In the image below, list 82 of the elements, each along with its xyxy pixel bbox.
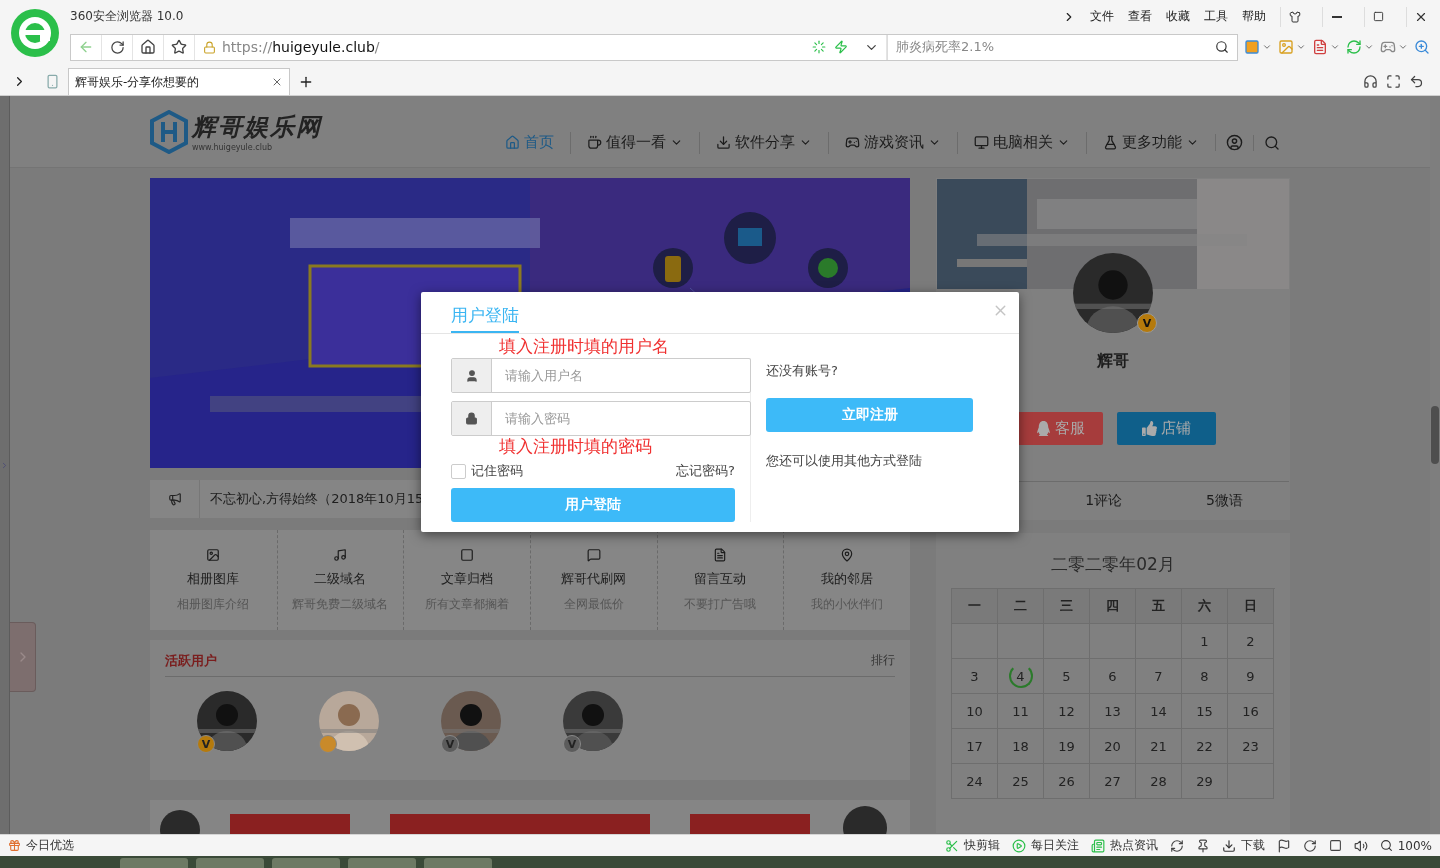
calendar-day[interactable]: 23 bbox=[1242, 738, 1259, 754]
panel-title: 活跃用户 bbox=[165, 652, 217, 670]
status-text: 下载 bbox=[1240, 837, 1265, 854]
calendar-day[interactable]: 17 bbox=[966, 738, 983, 754]
calendar-day[interactable]: 15 bbox=[1196, 703, 1213, 719]
calendar-day[interactable]: 27 bbox=[1104, 773, 1121, 789]
calendar-day[interactable]: 8 bbox=[1200, 668, 1209, 684]
menu-item[interactable]: 文件 bbox=[1090, 8, 1114, 25]
calendar-day[interactable]: 1 bbox=[1200, 633, 1209, 649]
calendar-day[interactable]: 19 bbox=[1058, 738, 1075, 754]
weekday-header: 日 bbox=[1228, 589, 1274, 624]
calendar-day[interactable]: 7 bbox=[1154, 668, 1163, 684]
status-text: 今日优选 bbox=[26, 837, 74, 854]
weekday-header: 六 bbox=[1182, 589, 1228, 624]
window-title: 360安全浏览器 10.0 bbox=[70, 8, 184, 25]
calendar-day[interactable]: 14 bbox=[1150, 703, 1167, 719]
calendar-day[interactable]: 5 bbox=[1062, 668, 1071, 684]
calendar-day[interactable]: 29 bbox=[1196, 773, 1213, 789]
calendar-day[interactable]: 2 bbox=[1246, 633, 1255, 649]
status-text: 快剪辑 bbox=[963, 837, 1000, 854]
nav-link[interactable]: 软件分享 bbox=[699, 131, 828, 154]
weekday-header: 四 bbox=[1090, 589, 1136, 624]
dialog-tab[interactable]: 用户登陆 bbox=[451, 304, 519, 333]
calendar-day[interactable]: 22 bbox=[1196, 738, 1213, 754]
service-button[interactable]: 客服 bbox=[1017, 412, 1103, 445]
status-link[interactable]: 热点资讯 bbox=[1090, 837, 1158, 854]
forgot-password-link[interactable]: 忘记密码? bbox=[676, 462, 735, 480]
annotation-text: 填入注册时填的用户名 bbox=[499, 335, 669, 358]
weekday-header: 三 bbox=[1044, 589, 1090, 624]
profile-name: 辉哥 bbox=[1097, 351, 1129, 372]
status-link[interactable]: 快剪辑 bbox=[944, 837, 1000, 854]
user-badge: V bbox=[197, 735, 215, 753]
calendar-day[interactable]: 26 bbox=[1058, 773, 1075, 789]
status-text: 每日关注 bbox=[1030, 837, 1079, 854]
calendar-day[interactable]: 16 bbox=[1242, 703, 1259, 719]
calendar-day[interactable]: 21 bbox=[1150, 738, 1167, 754]
download-link[interactable]: 下载 bbox=[1221, 837, 1265, 854]
calendar-day[interactable]: 28 bbox=[1150, 773, 1167, 789]
menu-item[interactable]: 收藏 bbox=[1166, 8, 1190, 25]
calendar-day[interactable]: 11 bbox=[1012, 703, 1029, 719]
remember-checkbox[interactable]: 记住密码 bbox=[451, 462, 523, 480]
ranking-link[interactable]: 排行 bbox=[871, 652, 895, 670]
other-login-text: 您还可以使用其他方式登陆 bbox=[766, 452, 923, 470]
calendar-title: 二零二零年02月 bbox=[1050, 553, 1176, 576]
nav-link[interactable]: 更多功能 bbox=[1086, 131, 1215, 154]
status-link[interactable]: 每日关注 bbox=[1011, 837, 1079, 854]
calendar-day[interactable]: 3 bbox=[970, 668, 979, 684]
calendar-day[interactable]: 6 bbox=[1108, 668, 1117, 684]
nav-link[interactable]: 值得一看 bbox=[570, 131, 699, 154]
menu-item[interactable]: 帮助 bbox=[1242, 8, 1266, 25]
status-text: 100% bbox=[1397, 838, 1432, 853]
stat-link[interactable]: 5微语 bbox=[1206, 492, 1243, 510]
zoom-level[interactable]: 100% bbox=[1379, 838, 1432, 853]
stat-link[interactable]: 1评论 bbox=[1085, 492, 1123, 510]
nav-link[interactable]: 游戏资讯 bbox=[828, 131, 957, 154]
user-badge: V bbox=[441, 735, 459, 753]
shop-button[interactable]: 店铺 bbox=[1117, 412, 1216, 445]
status-text: 热点资讯 bbox=[1109, 837, 1158, 854]
calendar-day[interactable]: 13 bbox=[1104, 703, 1121, 719]
verified-badge: V bbox=[1137, 313, 1157, 333]
user-badge: V bbox=[563, 735, 581, 753]
calendar-day[interactable]: 10 bbox=[966, 703, 983, 719]
nav-link[interactable]: 电脑相关 bbox=[957, 131, 1086, 154]
annotation-text: 填入注册时填的密码 bbox=[499, 435, 652, 458]
calendar-day[interactable]: 24 bbox=[966, 773, 983, 789]
weekday-header: 二 bbox=[998, 589, 1044, 624]
calendar-day[interactable]: 9 bbox=[1246, 668, 1255, 684]
register-prompt: 还没有账号? bbox=[766, 362, 839, 380]
register-button[interactable]: 立即注册 bbox=[766, 398, 973, 432]
calendar-day[interactable]: 25 bbox=[1012, 773, 1029, 789]
calendar-day[interactable]: 20 bbox=[1104, 738, 1121, 754]
login-button[interactable]: 用户登陆 bbox=[451, 488, 735, 522]
browser-tab[interactable]: 辉哥娱乐-分享你想要的 bbox=[68, 68, 290, 95]
status-link[interactable]: 今日优选 bbox=[8, 837, 74, 854]
calendar-day[interactable]: 18 bbox=[1012, 738, 1029, 754]
menu-item[interactable]: 工具 bbox=[1204, 8, 1228, 25]
site-url: www.huigeyule.club bbox=[192, 143, 274, 152]
weekday-header: 一 bbox=[952, 589, 998, 624]
weekday-header: 五 bbox=[1136, 589, 1182, 624]
site-logo-text: 辉哥娱乐网 bbox=[192, 111, 322, 143]
menu-item[interactable]: 查看 bbox=[1128, 8, 1152, 25]
calendar-day[interactable]: 12 bbox=[1058, 703, 1075, 719]
